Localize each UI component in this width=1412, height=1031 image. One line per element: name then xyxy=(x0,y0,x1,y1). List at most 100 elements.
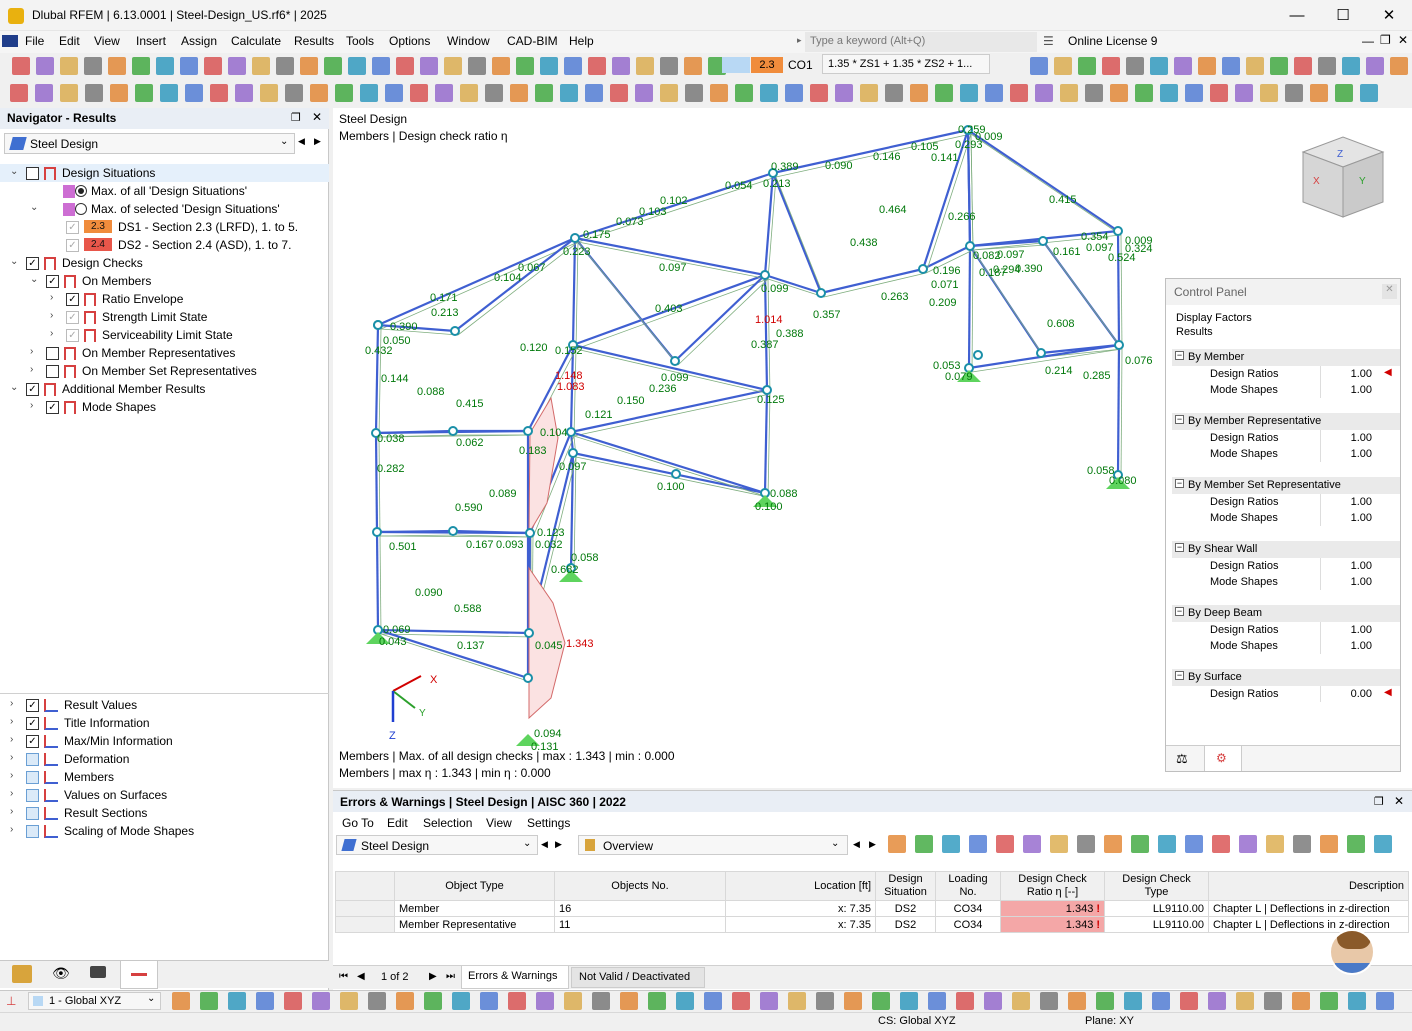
collapse-icon[interactable]: − xyxy=(1175,671,1184,680)
tb2-tool-39-icon[interactable] xyxy=(985,84,1003,102)
node-marker[interactable] xyxy=(816,288,826,298)
checkbox[interactable]: ✓ xyxy=(26,257,39,270)
tb2-tool-26-icon[interactable] xyxy=(660,84,678,102)
expand-right-icon[interactable]: › xyxy=(10,752,22,763)
loading-label[interactable]: CO1 xyxy=(788,58,813,72)
tb1-tool-17-icon[interactable] xyxy=(420,57,438,75)
collapse-icon[interactable]: − xyxy=(1175,415,1184,424)
tb2-tool-10-icon[interactable] xyxy=(260,84,278,102)
sbtools-tool-28-icon[interactable] xyxy=(956,992,974,1010)
tb2-tool-20-icon[interactable] xyxy=(510,84,528,102)
cp-group-header[interactable]: − By Deep Beam xyxy=(1172,605,1400,622)
sbtools-tool-4-icon[interactable] xyxy=(284,992,302,1010)
menu-tools[interactable]: Tools xyxy=(346,34,374,48)
tb2-tool-48-icon[interactable] xyxy=(1210,84,1228,102)
tb1-tool-20-icon[interactable] xyxy=(492,57,510,75)
cp-factor-value[interactable]: 1.00 xyxy=(1320,494,1376,510)
expand-right-icon[interactable]: › xyxy=(10,734,22,745)
ewtools-tool-13-icon[interactable] xyxy=(1239,835,1257,853)
node-marker[interactable] xyxy=(762,385,772,395)
collapse-icon[interactable]: − xyxy=(1175,543,1184,552)
node-marker[interactable] xyxy=(372,527,382,537)
prev-module-icon[interactable]: ◀ xyxy=(298,136,305,147)
checkbox[interactable]: ✓ xyxy=(66,293,79,306)
overview-next-icon[interactable]: ▶ xyxy=(869,839,876,850)
tb1-right-tool-7-icon[interactable] xyxy=(1198,57,1216,75)
ewtools-tool-0-icon[interactable] xyxy=(888,835,906,853)
ewtools-tool-3-icon[interactable] xyxy=(969,835,987,853)
errors-menu-goto[interactable]: Go To xyxy=(342,816,374,830)
search-input[interactable]: Type a keyword (Alt+Q) xyxy=(805,32,1037,52)
node-marker[interactable] xyxy=(568,448,578,458)
tb2-tool-15-icon[interactable] xyxy=(385,84,403,102)
search-options-icon[interactable]: ☰ xyxy=(1043,34,1054,48)
sbtools-tool-35-icon[interactable] xyxy=(1152,992,1170,1010)
checkbox[interactable] xyxy=(26,167,39,180)
nav-tree-item[interactable]: ⌄ ✓ Design Checks xyxy=(0,254,329,272)
nav-tree-item[interactable]: › On Member Representatives xyxy=(0,344,329,362)
errors-module-select[interactable]: Steel Design ⌄ xyxy=(336,835,538,855)
cp-factor-value[interactable]: 1.00 xyxy=(1320,430,1376,446)
sbtools-tool-15-icon[interactable] xyxy=(592,992,610,1010)
checkbox[interactable]: ✓ xyxy=(26,383,39,396)
tb1-tool-16-icon[interactable] xyxy=(396,57,414,75)
tb1-right-tool-9-icon[interactable] xyxy=(1246,57,1264,75)
sbtools-tool-36-icon[interactable] xyxy=(1180,992,1198,1010)
member-line[interactable] xyxy=(1116,344,1121,476)
cp-group-header[interactable]: − By Member Representative xyxy=(1172,413,1400,430)
tb2-tool-21-icon[interactable] xyxy=(535,84,553,102)
col-check-type[interactable]: Design Check Type xyxy=(1104,871,1209,901)
sbtools-tool-42-icon[interactable] xyxy=(1348,992,1366,1010)
sbtools-tool-3-icon[interactable] xyxy=(256,992,274,1010)
node-marker[interactable] xyxy=(450,326,460,336)
nav-tree-item[interactable]: › ✓ Serviceability Limit State xyxy=(0,326,329,344)
tb2-tool-36-icon[interactable] xyxy=(910,84,928,102)
ewtools-tool-6-icon[interactable] xyxy=(1050,835,1068,853)
tb1-right-tool-13-icon[interactable] xyxy=(1342,57,1360,75)
sbtools-tool-2-icon[interactable] xyxy=(228,992,246,1010)
sbtools-tool-43-icon[interactable] xyxy=(1376,992,1394,1010)
assistant-avatar[interactable] xyxy=(1329,929,1375,975)
menu-calculate[interactable]: Calculate xyxy=(231,34,281,48)
menu-edit[interactable]: Edit xyxy=(59,34,80,48)
tb2-tool-38-icon[interactable] xyxy=(960,84,978,102)
sbtools-tool-37-icon[interactable] xyxy=(1208,992,1226,1010)
checkbox[interactable]: ✓ xyxy=(46,275,59,288)
tb2-tool-8-icon[interactable] xyxy=(210,84,228,102)
sbtools-tool-7-icon[interactable] xyxy=(368,992,386,1010)
sbtools-tool-20-icon[interactable] xyxy=(732,992,750,1010)
tb2-tool-31-icon[interactable] xyxy=(785,84,803,102)
expand-down-icon[interactable]: ⌄ xyxy=(30,202,42,213)
doc-close-button[interactable]: ✕ xyxy=(1398,33,1408,47)
ds-badge[interactable]: 2.3 xyxy=(751,57,783,73)
member-line[interactable] xyxy=(374,324,380,434)
tb2-tool-54-icon[interactable] xyxy=(1360,84,1378,102)
checkbox[interactable]: ✓ xyxy=(66,311,79,324)
view-cube[interactable]: Z X Y xyxy=(1293,122,1393,222)
minimize-button[interactable]: — xyxy=(1274,0,1320,31)
tb2-tool-53-icon[interactable] xyxy=(1335,84,1353,102)
tb2-tool-52-icon[interactable] xyxy=(1310,84,1328,102)
overview-select[interactable]: Overview ⌄ xyxy=(578,835,848,855)
tb1-tool-5-icon[interactable] xyxy=(132,57,150,75)
tb1-tool-2-icon[interactable] xyxy=(60,57,78,75)
sbtools-tool-16-icon[interactable] xyxy=(620,992,638,1010)
expand-right-icon[interactable]: › xyxy=(10,824,22,835)
sbtools-tool-18-icon[interactable] xyxy=(676,992,694,1010)
overview-prev-icon[interactable]: ◀ xyxy=(853,839,860,850)
view-tab-icon[interactable]: 👁 xyxy=(52,965,70,982)
menu-window[interactable]: Window xyxy=(447,34,490,48)
node-marker[interactable] xyxy=(671,469,681,479)
display-tree-item[interactable]: › Deformation xyxy=(0,750,329,768)
checkbox[interactable] xyxy=(26,753,39,766)
errors-table-row[interactable]: Member Representative 11 x: 7.35 DS2 CO34 1.3… xyxy=(335,916,1409,933)
node-marker[interactable] xyxy=(973,350,983,360)
sbtools-tool-12-icon[interactable] xyxy=(508,992,526,1010)
cp-factor-value[interactable]: 1.00 xyxy=(1320,366,1376,382)
sbtools-tool-13-icon[interactable] xyxy=(536,992,554,1010)
node-marker[interactable] xyxy=(1113,226,1123,236)
tb2-tool-34-icon[interactable] xyxy=(860,84,878,102)
errors-menu-settings[interactable]: Settings xyxy=(527,816,570,830)
expand-down-icon[interactable]: ⌄ xyxy=(10,382,22,393)
ewtools-tool-12-icon[interactable] xyxy=(1212,835,1230,853)
